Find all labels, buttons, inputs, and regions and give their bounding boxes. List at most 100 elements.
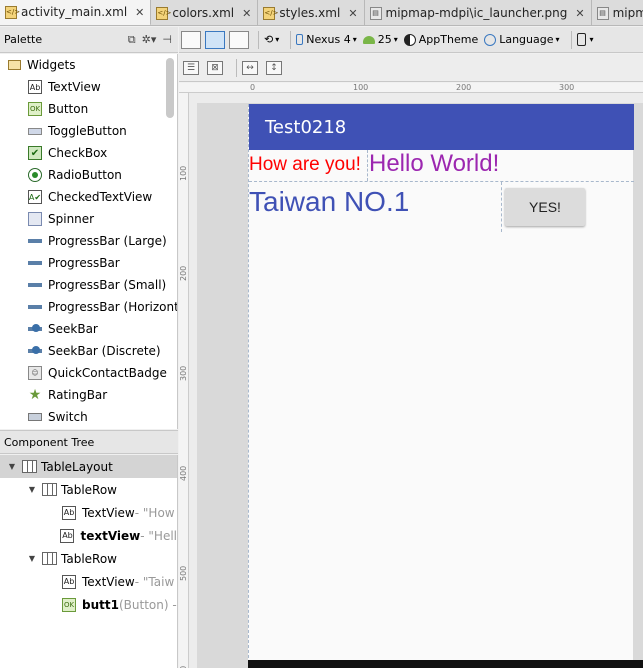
palette-item[interactable]: ToggleButton [0,120,177,142]
palette-item[interactable]: OK Button [0,98,177,120]
palette-item[interactable]: Switch [0,406,177,428]
design-view-icon[interactable] [181,30,201,49]
palette-scrollbar[interactable] [166,58,174,118]
tab-label: styles.xml [279,6,341,20]
restore-icon[interactable]: ⧉ [128,33,136,47]
tree-node-hint: (Button) - [118,597,177,612]
table-row-1[interactable]: How are you! Hello World! [249,150,634,181]
palette-item[interactable]: SeekBar (Discrete) [0,340,177,362]
palette-item[interactable]: ProgressBar [0,252,177,274]
ruler-tick-label: 400 [179,465,188,481]
checked-textview-icon: A✔ [28,190,42,204]
ruler-tick-label: 300 [179,365,188,381]
contact-badge-icon: ☺ [28,366,42,380]
device-dropdown[interactable]: Nexus 4 ▾ [296,33,357,46]
tree-node-label: TextView [82,505,135,520]
toolbar-separator [290,30,292,49]
theme-label: AppTheme [418,33,479,46]
theme-icon [403,33,416,46]
language-dropdown[interactable]: Language ▾ [484,33,560,46]
tree-node-hint: - "How [134,505,175,520]
palette-title: Palette [4,33,43,46]
tree-node[interactable]: ▼ TableLayout [0,455,177,478]
device-frame-dropdown[interactable]: ▾ [576,33,594,46]
tab-1[interactable]: </> colors.xml ✕ [151,0,259,25]
gear-icon[interactable]: ✲▾ [142,33,157,46]
tree-node[interactable]: Ab textView - "Hell [0,524,177,547]
tab-4[interactable]: ▤mipma [592,0,643,25]
blueprint-view-icon[interactable] [205,30,225,49]
clear-weights-icon[interactable]: ⊠ [207,60,223,75]
close-icon[interactable]: ✕ [575,7,584,20]
close-icon[interactable]: ✕ [348,7,357,20]
progressbar-icon [28,305,42,309]
table-row-2[interactable]: Taiwan NO.1 YES! [249,181,634,232]
palette-item[interactable]: ✔ CheckBox [0,142,177,164]
button-icon: OK [28,102,42,116]
tree-node[interactable]: ▼ TableRow [0,478,177,501]
toolbar-separator [258,30,259,49]
hello-world-textview[interactable]: Hello World! [367,150,499,181]
component-tree-title: Component Tree [4,435,95,449]
xml-file-icon: </> [156,6,171,20]
folder-icon [8,60,21,70]
expand-horizontal-icon[interactable]: ↔ [242,60,258,75]
close-icon[interactable]: ✕ [242,7,251,20]
tree-node[interactable]: Ab TextView - "How [0,501,177,524]
rotate-icon: ⟲ [264,33,274,46]
taiwan-textview[interactable]: Taiwan NO.1 [249,186,409,218]
tab-2[interactable]: </> styles.xml ✕ [258,0,365,25]
palette-group-widgets[interactable]: Widgets [0,54,177,76]
palette-item-label: Switch [48,410,88,424]
tab-0[interactable]: </> activity_main.xml ✕ [0,0,152,25]
close-icon[interactable]: ✕ [135,6,144,19]
palette-item[interactable]: SeekBar [0,318,177,340]
theme-button[interactable]: AppTheme [403,33,479,46]
tree-node[interactable]: OK butt1 (Button) - [0,593,177,616]
button-icon: OK [62,597,76,612]
how-are-you-textview[interactable]: How are you! [249,154,361,176]
png-file-icon: ▤ [369,6,382,20]
split-view-icon[interactable] [229,30,249,49]
palette-item-label: ProgressBar [48,256,120,270]
expand-arrow-icon[interactable]: ▼ [26,554,38,563]
api-dropdown[interactable]: 25 ▾ [362,33,398,46]
textview-icon: Ab [28,80,42,94]
expand-vertical-icon[interactable]: ↕ [266,60,282,75]
design-canvas[interactable]: 0100200300 100200300400500600 Test0218 H… [179,83,643,668]
tab-label: mipma [612,6,643,20]
palette-item-label: CheckBox [48,146,108,160]
palette-item[interactable]: Ab TextView [0,76,177,98]
orientation-dropdown[interactable]: ⟲ ▾ [264,33,279,46]
expand-arrow-icon[interactable]: ▼ [6,462,18,471]
palette-item[interactable]: RadioButton [0,164,177,186]
table-layout-icon [42,552,57,565]
palette-item[interactable]: ProgressBar (Small) [0,274,177,296]
palette-item[interactable]: Spinner [0,208,177,230]
seekbar-icon [28,346,42,354]
editor-tab-bar: </> activity_main.xml ✕ </> colors.xml ✕ </> st… [0,0,643,26]
yes-button[interactable]: YES! [505,188,585,226]
tree-node[interactable]: ▼ TableRow [0,547,177,570]
hide-panel-icon[interactable]: ⊣ [162,33,172,46]
ruler-tick-label: 100 [179,165,188,181]
tree-node[interactable]: Ab TextView - "Taiw [0,570,177,593]
palette-item[interactable]: ☺ QuickContactBadge [0,362,177,384]
palette-group-label: Widgets [27,58,76,72]
palette-item[interactable]: A✔ CheckedTextView [0,186,177,208]
tree-node-hint: - "Hell [140,528,177,543]
palette-items: Ab TextView OK Button ToggleButton ✔ CheckBox R… [0,76,177,428]
palette-item[interactable]: ProgressBar (Large) [0,230,177,252]
ruler-tick-label: 200 [456,83,472,92]
palette-header: Palette ⧉ ✲▾ ⊣ [0,27,178,53]
expand-arrow-icon[interactable]: ▼ [26,485,38,494]
palette-item[interactable]: ProgressBar (Horizonta [0,296,177,318]
tab-label: mipmap-mdpi\ic_launcher.png [385,6,568,20]
distribute-weights-icon[interactable]: ☰ [183,60,199,75]
tab-3[interactable]: ▤ mipmap-mdpi\ic_launcher.png ✕ [365,0,592,25]
api-label: 25 [377,33,392,46]
palette-item-label: ProgressBar (Horizonta [48,300,178,314]
textview-icon: Ab [62,505,76,520]
progressbar-icon [28,239,42,243]
palette-item[interactable]: ★ RatingBar [0,384,177,406]
